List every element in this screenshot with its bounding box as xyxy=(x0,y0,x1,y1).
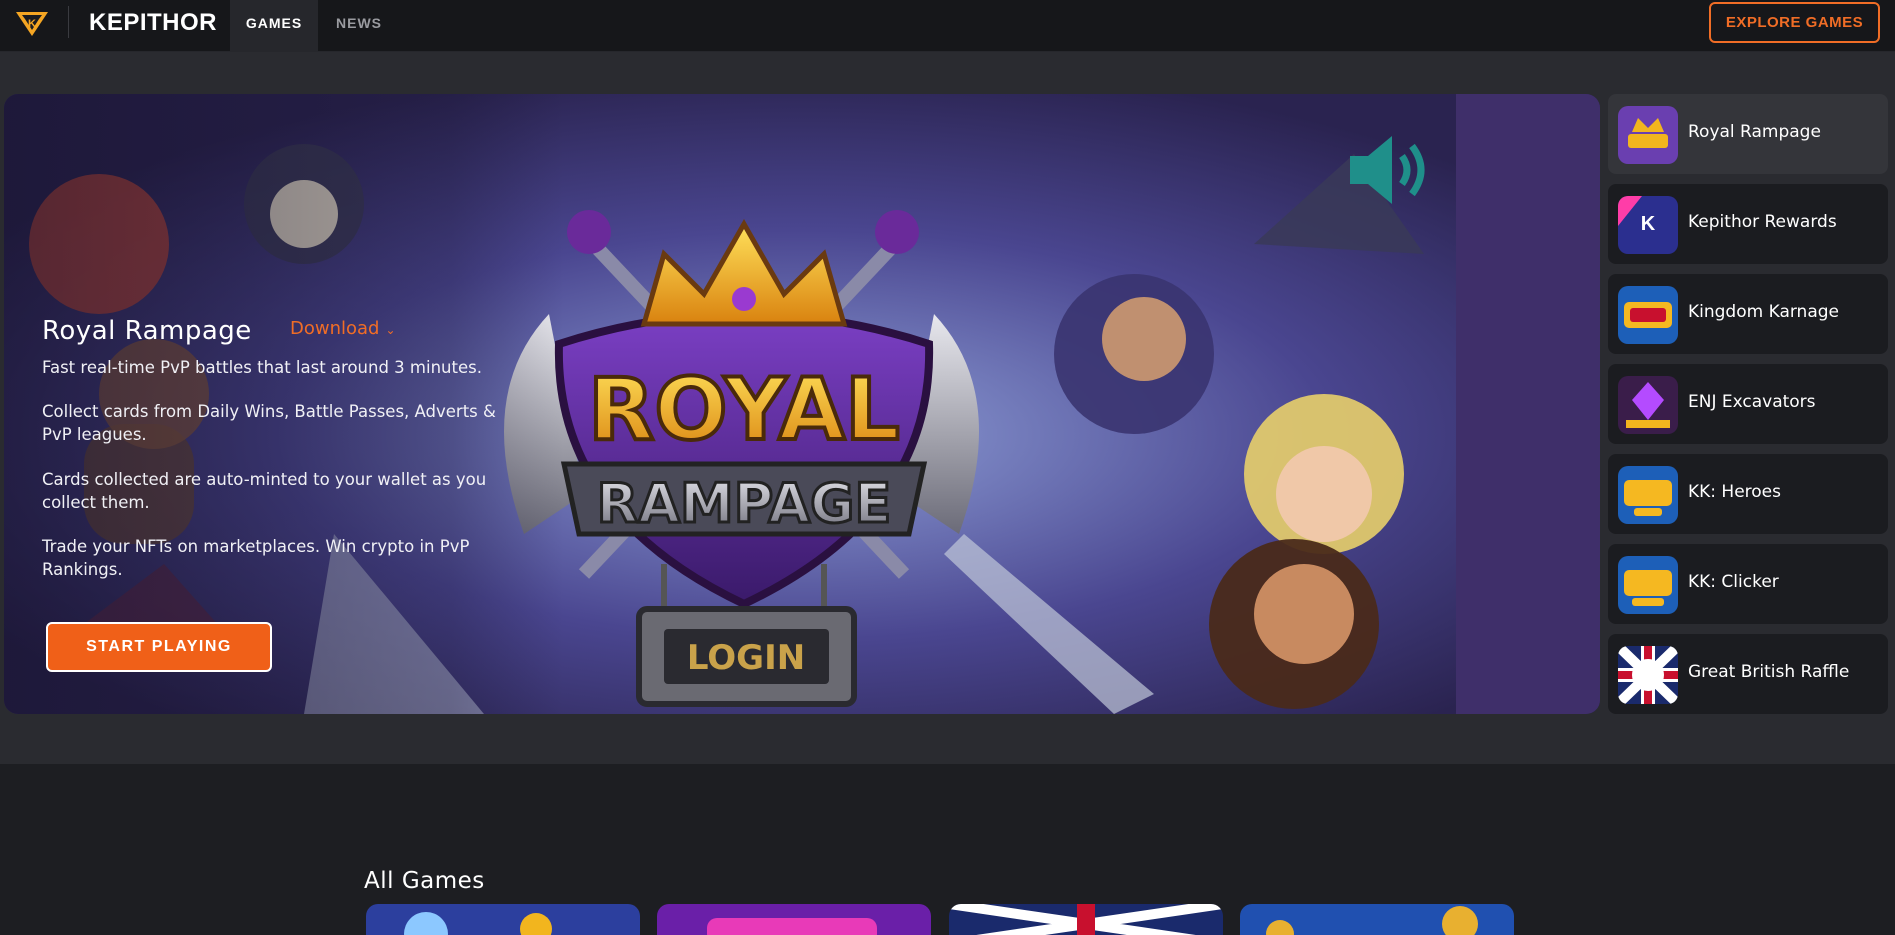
chevron-down-icon: ⌄ xyxy=(385,323,396,337)
kingdom-karnage-thumbnail xyxy=(1618,286,1678,344)
game-list-label: Kepithor Rewards xyxy=(1688,212,1837,232)
game-list-item-enj-excavators[interactable]: ENJ Excavators xyxy=(1608,364,1888,444)
description-paragraph: Collect cards from Daily Wins, Battle Pa… xyxy=(42,402,496,444)
description-paragraph: Fast real-time PvP battles that last aro… xyxy=(42,358,482,377)
all-games-heading: All Games xyxy=(364,868,485,894)
great-british-raffle-thumbnail xyxy=(1618,646,1678,704)
game-list-label: Kingdom Karnage xyxy=(1688,302,1839,322)
description-paragraph: Cards collected are auto-minted to your … xyxy=(42,470,487,512)
game-list-item-kingdom-karnage[interactable]: Kingdom Karnage xyxy=(1608,274,1888,354)
start-playing-button[interactable]: START PLAYING xyxy=(46,622,272,672)
royal-rampage-thumbnail xyxy=(1618,106,1678,164)
game-list-label: KK: Clicker xyxy=(1688,572,1779,592)
description-paragraph: Trade your NFTs on marketplaces. Win cry… xyxy=(42,537,470,579)
download-label: Download xyxy=(290,318,380,339)
download-dropdown[interactable]: Download ⌄ xyxy=(290,318,396,339)
login-sign-text: LOGIN xyxy=(687,638,805,678)
logo-text-rampage: RAMPAGE xyxy=(597,472,892,535)
game-list-label: ENJ Excavators xyxy=(1688,392,1816,412)
game-list-item-kk-heroes[interactable]: KK: Heroes xyxy=(1608,454,1888,534)
brand-name[interactable]: KEPITHOR xyxy=(89,9,217,37)
game-list-label: Royal Rampage xyxy=(1688,122,1821,142)
svg-text:K: K xyxy=(28,18,36,30)
sound-icon[interactable] xyxy=(1344,130,1434,210)
kk-clicker-thumbnail xyxy=(1618,556,1678,614)
kk-heroes-thumbnail xyxy=(1618,466,1678,524)
game-list-item-kk-clicker[interactable]: KK: Clicker xyxy=(1608,544,1888,624)
svg-text:K: K xyxy=(1641,213,1656,235)
game-list-label: Great British Raffle xyxy=(1688,662,1850,682)
game-list-item-royal-rampage[interactable]: Royal Rampage xyxy=(1608,94,1888,174)
game-card[interactable] xyxy=(1240,904,1514,935)
game-card[interactable] xyxy=(949,904,1223,935)
featured-game-title: Royal Rampage xyxy=(42,316,252,346)
game-list-item-kepithor-rewards[interactable]: K Kepithor Rewards xyxy=(1608,184,1888,264)
game-list-item-great-british-raffle[interactable]: Great British Raffle xyxy=(1608,634,1888,714)
nav-divider xyxy=(68,6,69,38)
enj-excavators-thumbnail xyxy=(1618,376,1678,434)
nav-tab-games[interactable]: GAMES xyxy=(230,0,318,51)
top-navbar: K KEPITHOR GAMES NEWS EXPLORE GAMES xyxy=(0,0,1895,52)
nav-tab-news[interactable]: NEWS xyxy=(318,0,400,51)
game-list-label: KK: Heroes xyxy=(1688,482,1782,502)
logo-text-royal: ROYAL xyxy=(588,360,900,460)
explore-games-button[interactable]: EXPLORE GAMES xyxy=(1709,2,1880,43)
game-card[interactable] xyxy=(657,904,931,935)
game-card[interactable] xyxy=(366,904,640,935)
kepithor-rewards-thumbnail: K xyxy=(1618,196,1678,254)
featured-game-banner: ROYAL RAMPAGE LOGIN Royal Rampage Downlo… xyxy=(4,94,1600,714)
kepithor-logo-icon[interactable]: K xyxy=(14,8,50,38)
